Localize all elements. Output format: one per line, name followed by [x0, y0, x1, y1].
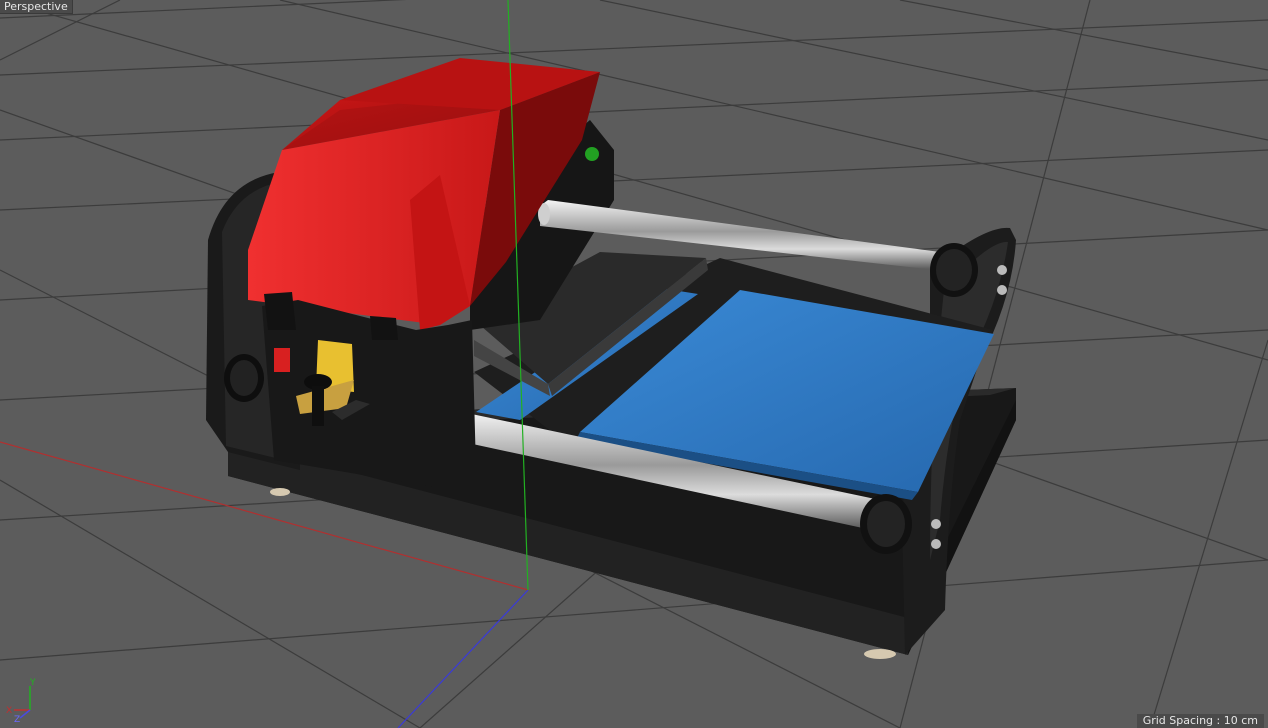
power-switch[interactable] [274, 348, 290, 372]
axis-gizmo: Y X Z [4, 678, 48, 725]
axis-z-label: Z [14, 715, 20, 722]
axis-x-label: X [6, 706, 12, 716]
axis-y-label: Y [29, 678, 36, 688]
view-name-label[interactable]: Perspective [0, 0, 73, 14]
3d-viewport[interactable] [0, 0, 1268, 728]
indicator-light [585, 147, 599, 161]
world-axis-z [397, 589, 529, 728]
viewport-canvas[interactable] [0, 0, 1268, 728]
grid-spacing-readout: Grid Spacing : 10 cm [1136, 714, 1264, 728]
